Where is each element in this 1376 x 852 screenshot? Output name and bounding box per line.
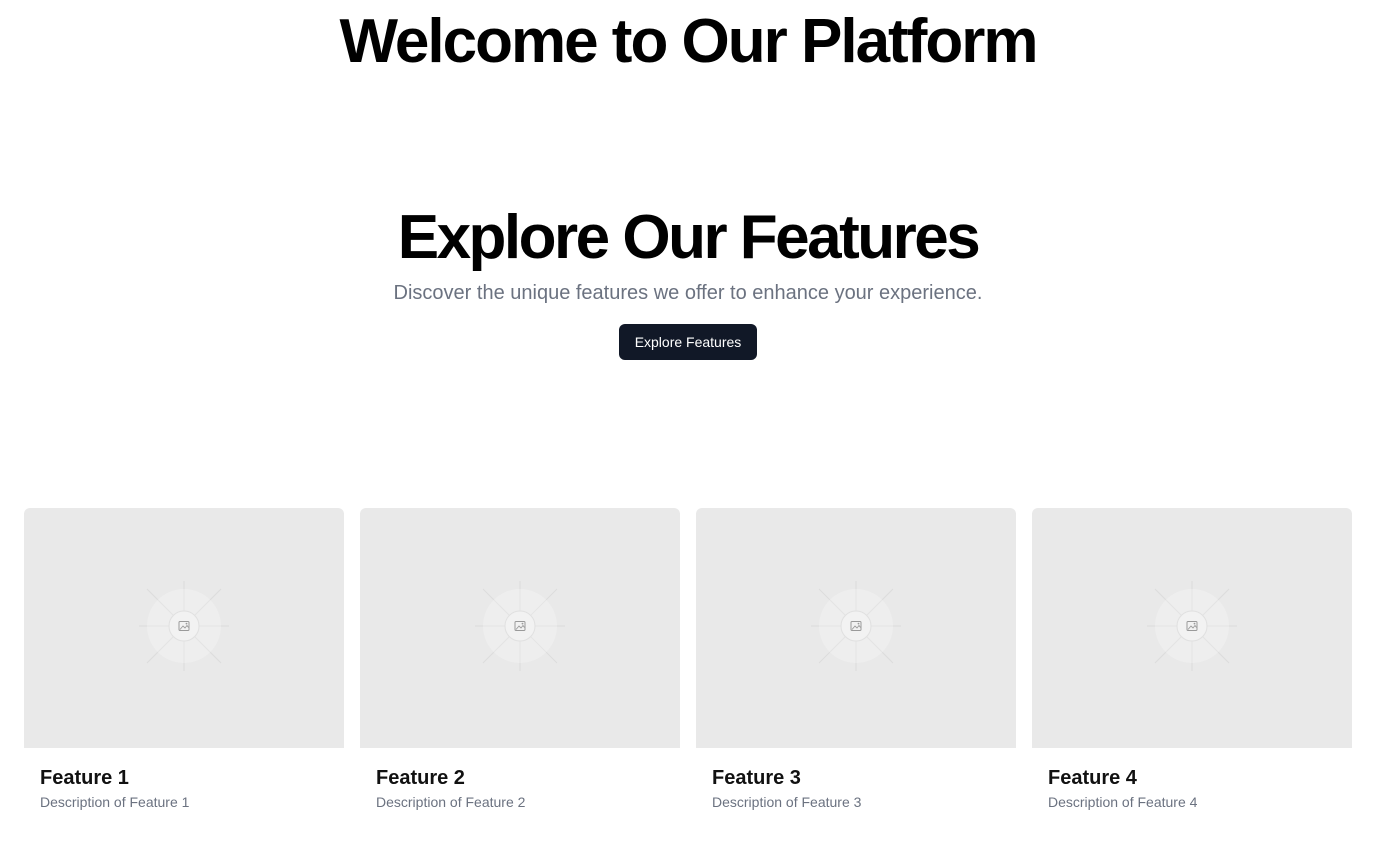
feature-description: Description of Feature 1	[40, 794, 190, 810]
feature-card-body: Feature 1 Description of Feature 1	[24, 748, 344, 812]
feature-image	[1032, 508, 1352, 748]
image-placeholder-icon	[811, 580, 901, 676]
feature-card[interactable]: Feature 2 Description of Feature 2	[360, 508, 680, 812]
feature-card-body: Feature 4 Description of Feature 4	[1032, 748, 1352, 812]
explore-features-button[interactable]: Explore Features	[618, 324, 758, 360]
feature-title: Feature 3	[712, 767, 801, 789]
feature-description: Description of Feature 3	[712, 794, 862, 810]
image-placeholder-icon	[139, 580, 229, 676]
feature-image	[24, 508, 344, 748]
image-placeholder-icon	[1147, 580, 1237, 676]
hero-subtitle: Discover the unique features we offer to…	[393, 282, 983, 304]
feature-image	[360, 508, 680, 748]
feature-card-body: Feature 2 Description of Feature 2	[360, 748, 680, 812]
feature-card[interactable]: Feature 3 Description of Feature 3	[696, 508, 1016, 812]
hero-section: Explore Our Features Discover the unique…	[0, 200, 1376, 360]
hero-title: Explore Our Features	[397, 203, 981, 272]
feature-card-body: Feature 3 Description of Feature 3	[696, 748, 1016, 812]
image-placeholder-icon	[475, 580, 565, 676]
feature-title: Feature 4	[1048, 767, 1137, 789]
feature-card[interactable]: Feature 4 Description of Feature 4	[1032, 508, 1352, 812]
page: Welcome to Our Platform Explore Our Feat…	[0, 0, 1376, 852]
feature-description: Description of Feature 4	[1048, 794, 1198, 810]
feature-title: Feature 1	[40, 767, 129, 789]
feature-card[interactable]: Feature 1 Description of Feature 1	[24, 508, 344, 812]
feature-title: Feature 2	[376, 767, 465, 789]
feature-image	[696, 508, 1016, 748]
page-title: Welcome to Our Platform	[339, 7, 1039, 76]
features-grid: Feature 1 Description of Feature 1 Featu…	[24, 508, 1352, 812]
feature-description: Description of Feature 2	[376, 794, 526, 810]
